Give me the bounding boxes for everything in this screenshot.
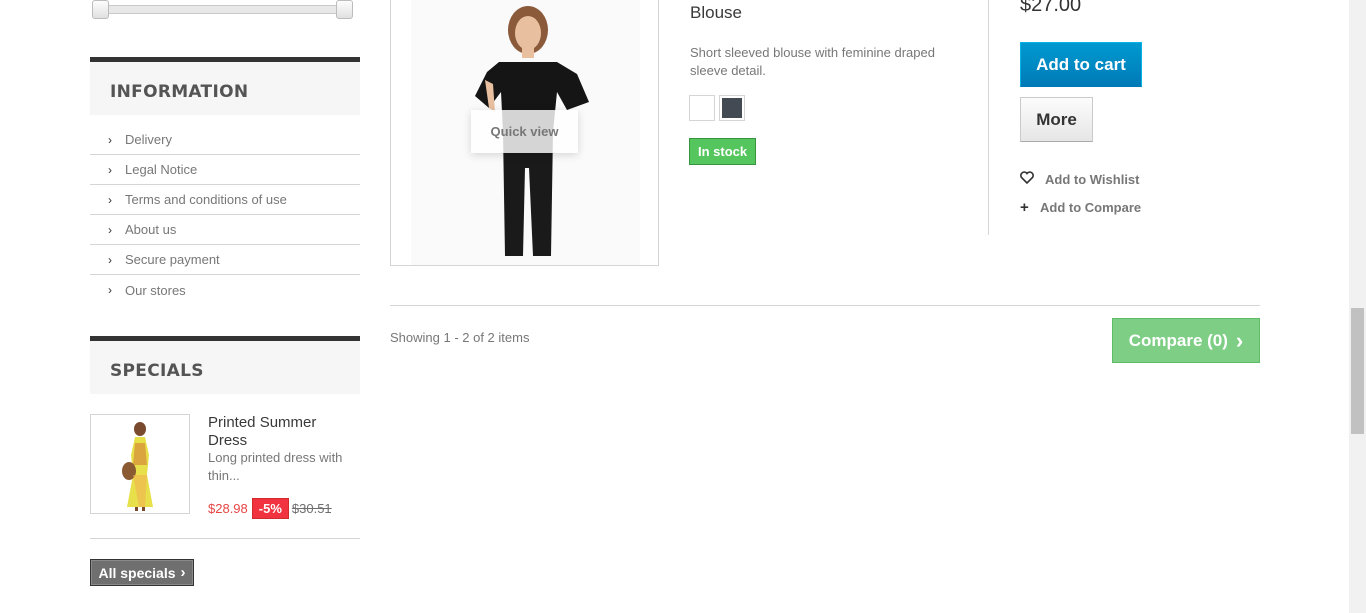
- add-to-cart-button[interactable]: Add to cart: [1020, 42, 1142, 87]
- special-product-prices: $28.98 -5% $30.51: [208, 498, 332, 519]
- add-to-wishlist-link[interactable]: Add to Wishlist: [1020, 171, 1140, 187]
- info-link-about-us[interactable]: › About us: [90, 215, 360, 245]
- color-swatch-white[interactable]: [689, 95, 715, 121]
- chevron-right-icon: ›: [1235, 327, 1244, 353]
- divider: [390, 305, 1260, 306]
- product-price: $27.00: [1020, 0, 1082, 16]
- product-description: Short sleeved blouse with feminine drape…: [690, 45, 935, 78]
- chevron-right-icon: ›: [108, 283, 112, 297]
- discount-badge: -5%: [251, 498, 289, 519]
- slider-min-handle[interactable]: [92, 0, 109, 19]
- slider-track: [100, 5, 348, 14]
- all-specials-button[interactable]: All specials ›: [90, 559, 194, 586]
- heart-icon: [1020, 171, 1040, 187]
- divider: [988, 0, 989, 235]
- availability-badge: In stock: [689, 138, 757, 165]
- scrollbar-thumb[interactable]: [1351, 308, 1364, 434]
- page-scrollbar[interactable]: [1349, 0, 1366, 613]
- swatch-color: [722, 98, 742, 118]
- special-product-image[interactable]: [90, 414, 190, 514]
- special-product-description: Long printed dress with thin...: [208, 450, 343, 483]
- price-range-slider[interactable]: [90, 0, 360, 20]
- chevron-right-icon: ›: [108, 252, 112, 267]
- chevron-right-icon: ›: [108, 132, 112, 147]
- compare-button[interactable]: Compare (0) ›: [1112, 318, 1260, 363]
- slider-max-handle[interactable]: [336, 0, 353, 19]
- chevron-right-icon: ›: [180, 564, 186, 581]
- pagination-summary: Showing 1 - 2 of 2 items: [390, 330, 530, 345]
- more-button[interactable]: More: [1020, 97, 1093, 142]
- plus-icon: +: [1020, 199, 1029, 216]
- special-price: $28.98: [208, 501, 248, 516]
- specials-block-title[interactable]: SPECIALS: [90, 336, 360, 394]
- color-swatch-dark[interactable]: [719, 95, 745, 121]
- info-link-secure-payment[interactable]: › Secure payment: [90, 245, 360, 275]
- special-product: Printed Summer Dress Long printed dress …: [90, 414, 360, 519]
- quick-view-button[interactable]: Quick view: [471, 110, 578, 153]
- add-to-compare-link[interactable]: + Add to Compare: [1020, 199, 1141, 216]
- info-link-terms[interactable]: › Terms and conditions of use: [90, 185, 360, 215]
- info-link-legal-notice[interactable]: › Legal Notice: [90, 155, 360, 185]
- info-link-delivery[interactable]: › Delivery: [90, 125, 360, 155]
- chevron-right-icon: ›: [108, 222, 112, 237]
- product-name[interactable]: Blouse: [690, 3, 742, 23]
- divider: [90, 538, 360, 539]
- info-link-our-stores[interactable]: › Our stores: [90, 275, 360, 305]
- information-list: › Delivery › Legal Notice › Terms and condi…: [90, 125, 360, 305]
- special-product-name[interactable]: Printed Summer Dress: [208, 414, 358, 450]
- chevron-right-icon: ›: [108, 162, 112, 177]
- old-price: $30.51: [291, 501, 332, 516]
- chevron-right-icon: ›: [108, 192, 112, 207]
- information-block-title[interactable]: INFORMATION: [90, 57, 360, 115]
- swatch-color: [692, 98, 712, 118]
